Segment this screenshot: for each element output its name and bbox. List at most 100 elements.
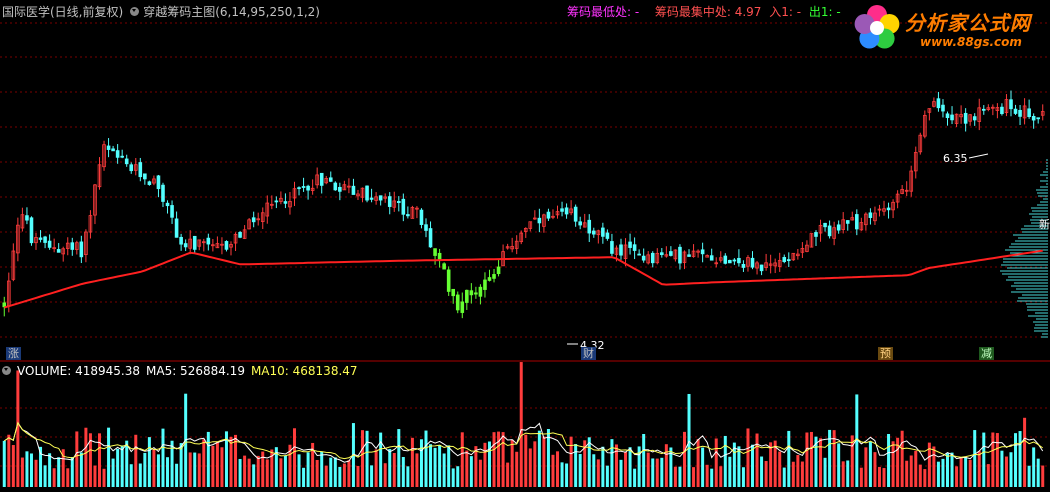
volume-bar (234, 434, 238, 487)
marker-yu[interactable]: 预 (878, 347, 893, 360)
volume-bar (229, 436, 233, 487)
candle-body (29, 217, 34, 244)
volume-bar (710, 468, 714, 487)
chip-center-label: 筹码最集中处: 4.97 (654, 5, 762, 19)
volume-bar (179, 443, 183, 487)
volume-bar (447, 445, 451, 487)
volume-bar (946, 453, 950, 487)
marker-xin[interactable]: 新 (1039, 218, 1050, 231)
candle-body (365, 185, 369, 201)
volume-bar (147, 437, 151, 487)
candle-body (741, 264, 746, 268)
volume-bar (877, 466, 881, 487)
candle-body (206, 237, 211, 245)
logo-title: 分析家公式网 (905, 11, 1031, 35)
volume-bar (465, 450, 469, 487)
volume-bar (755, 433, 759, 487)
stock-name[interactable]: 国际医学(日线,前复权) (2, 5, 123, 19)
volume-bar (297, 454, 301, 487)
volume-bar (551, 454, 555, 487)
volume-bar (265, 459, 269, 487)
candle-body (419, 209, 424, 225)
volume-bar (356, 465, 360, 487)
volume-bar (705, 464, 709, 487)
volume-bar (302, 467, 306, 487)
candle-body (396, 201, 401, 203)
candle-body (174, 218, 179, 238)
candle-body (274, 200, 279, 203)
candle-body (750, 257, 755, 268)
volume-bar (175, 463, 179, 487)
candle-body (950, 114, 954, 121)
candle-body (79, 241, 84, 258)
volume-bar (950, 452, 954, 487)
volume-bar (986, 464, 990, 487)
candle-body (723, 255, 728, 264)
volume-bar (923, 469, 927, 487)
candle-body (650, 252, 655, 264)
candle-body (637, 253, 641, 256)
volume-bar (379, 432, 383, 487)
volume-bar (107, 427, 111, 487)
indicator-title[interactable]: 穿越筹码主图(6,14,95,250,1,2) (143, 5, 320, 19)
volume-bar (365, 430, 369, 487)
dropdown-icon[interactable] (130, 7, 140, 16)
volume-bar (610, 439, 614, 487)
volume-bar (882, 468, 886, 487)
volume-bar (891, 441, 895, 487)
volume-ma10: MA10: 468138.47 (250, 364, 358, 378)
volume-bar (528, 448, 532, 487)
volume-bar (410, 437, 414, 487)
candle-body (1013, 108, 1018, 114)
volume-bar (243, 455, 247, 487)
candle-body (165, 202, 170, 207)
volume-bar (578, 454, 582, 487)
volume-bar (1000, 450, 1004, 487)
volume-bar (320, 451, 324, 487)
volume-bar (388, 449, 392, 487)
marker-zhang[interactable]: 涨 (6, 347, 21, 360)
volume-bar (202, 439, 206, 487)
marker-cai[interactable]: 财 (581, 347, 596, 360)
candle-body (641, 255, 646, 261)
volume-bar (900, 430, 904, 487)
chart-stage[interactable]: 6.35 4.32 国际医学(日线,前复权) 穿越筹码主图(6,14,95,250… (0, 0, 1050, 489)
volume-bar (936, 461, 940, 487)
candle-body (319, 172, 324, 186)
volume-bar (329, 457, 333, 487)
volume-dropdown-icon[interactable] (2, 366, 11, 375)
marker-jian[interactable]: 减 (979, 347, 994, 360)
volume-bar (565, 463, 569, 487)
volume-bar (166, 457, 170, 487)
volume-bar (741, 467, 745, 487)
candlestick-series[interactable] (2, 90, 1045, 319)
candle-body (192, 235, 197, 250)
volume-bar (678, 466, 682, 487)
volume-bar (819, 438, 823, 487)
volume-bar (1027, 465, 1031, 487)
volume-bar (374, 449, 378, 487)
candle-body (827, 225, 832, 237)
volume-bar (560, 462, 564, 487)
volume-bar (52, 468, 56, 487)
candle-body (728, 259, 732, 264)
volume-bar (474, 446, 478, 487)
chart-canvas[interactable]: 6.35 4.32 (0, 0, 1050, 489)
candle-body (451, 288, 456, 297)
volume-bar (533, 441, 537, 487)
volume-value: VOLUME: 418945.38 (17, 364, 140, 378)
candle-body (115, 150, 120, 158)
candle-body (546, 211, 551, 219)
volume-bars[interactable] (2, 362, 1045, 487)
volume-bar (964, 457, 968, 487)
candle-body (578, 221, 582, 226)
volume-bar (515, 451, 519, 487)
volume-bar (424, 430, 428, 487)
volume-ma5: MA5: 526884.19 (146, 364, 245, 378)
volume-bar (787, 430, 791, 487)
volume-bar (238, 458, 242, 487)
candle-body (700, 249, 705, 255)
volume-bar (419, 439, 423, 487)
volume-bar (211, 445, 215, 487)
candle-body (446, 269, 451, 292)
